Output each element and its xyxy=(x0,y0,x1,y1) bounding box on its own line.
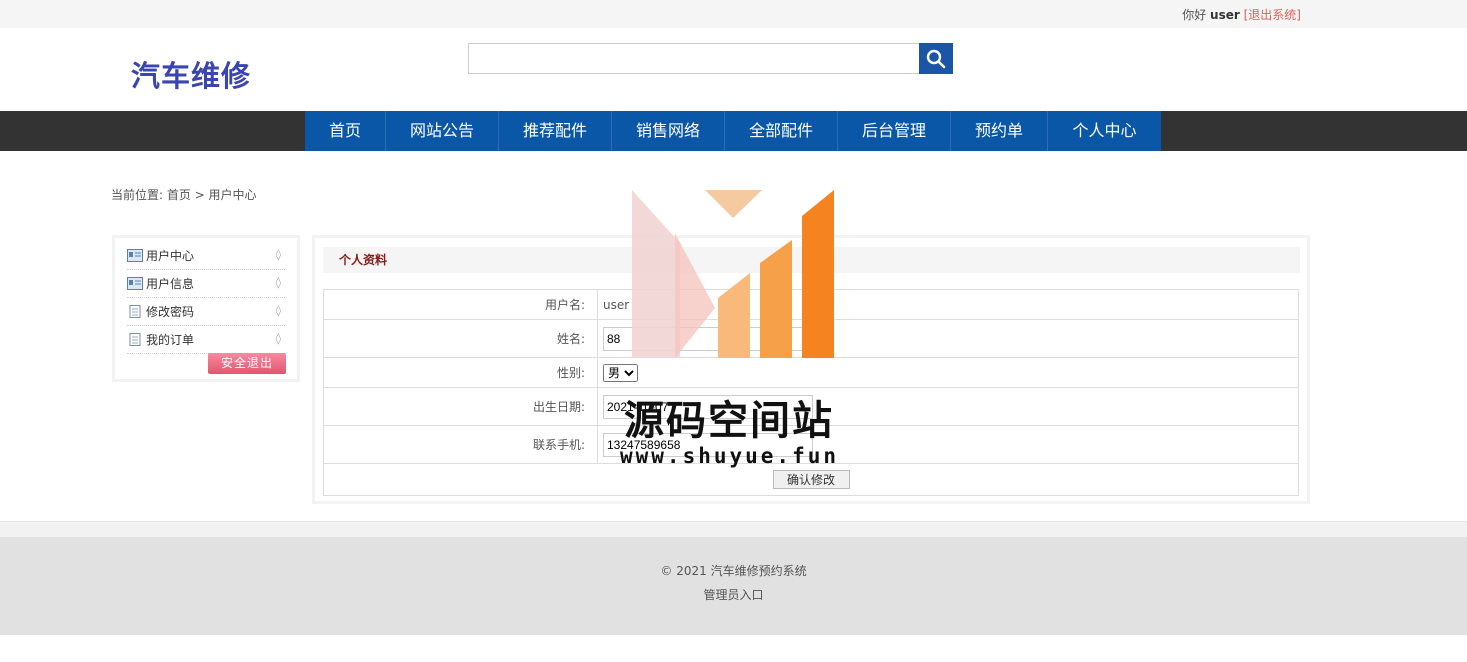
search-icon xyxy=(926,49,946,68)
sidebar-item-my-orders[interactable]: 我的订单 ◊ xyxy=(127,326,285,354)
sidebar-item-label: 用户中心 xyxy=(146,249,195,263)
site-logo[interactable]: 汽车维修 xyxy=(131,53,251,95)
chevron-right-icon: ◊ xyxy=(275,276,281,289)
phone-input[interactable] xyxy=(603,432,813,457)
chevron-right-icon: ◊ xyxy=(275,332,281,345)
admin-entry-link[interactable]: 管理员入口 xyxy=(0,586,1467,603)
confirm-modify-button[interactable]: 确认修改 xyxy=(772,470,850,489)
form-row-phone: 联系手机: xyxy=(323,425,1299,464)
document-icon xyxy=(129,305,141,318)
birthday-label: 出生日期: xyxy=(323,387,598,426)
profile-panel: 个人资料 用户名: user 姓名: 性别: 男 出生日期: 联系手机: 确认修… xyxy=(312,235,1310,504)
form-row-username: 用户名: user xyxy=(323,289,1299,320)
nav-item-recommended-parts[interactable]: 推荐配件 xyxy=(499,111,612,151)
birthday-input[interactable] xyxy=(603,394,813,419)
chevron-right-icon: ◊ xyxy=(275,248,281,261)
chevron-right-icon: ◊ xyxy=(275,304,281,317)
sidebar-item-label: 修改密码 xyxy=(146,305,195,319)
top-bar: 你好 user [退出系统] xyxy=(0,0,1467,28)
username-label: 用户名: xyxy=(323,289,598,320)
footer-divider xyxy=(0,521,1467,537)
sidebar-item-label: 用户信息 xyxy=(146,277,195,291)
panel-title: 个人资料 xyxy=(323,247,1300,273)
user-greeting: 你好 user [退出系统] xyxy=(1182,6,1301,23)
profile-form: 用户名: user 姓名: 性别: 男 出生日期: 联系手机: 确认修改 xyxy=(323,289,1299,496)
username-value: user xyxy=(597,289,1299,320)
gender-select[interactable]: 男 xyxy=(603,363,638,382)
phone-label: 联系手机: xyxy=(323,425,598,464)
form-row-name: 姓名: xyxy=(323,319,1299,358)
header: 汽车维修 xyxy=(0,28,1467,111)
nav-item-sales-network[interactable]: 销售网络 xyxy=(612,111,725,151)
username-text: user xyxy=(1210,8,1240,22)
nav-item-home[interactable]: 首页 xyxy=(305,111,386,151)
name-label: 姓名: xyxy=(323,319,598,358)
footer: © 2021 汽车维修预约系统 管理员入口 xyxy=(0,537,1467,635)
safe-exit-button[interactable]: 安全退出 xyxy=(208,353,286,374)
form-row-birthday: 出生日期: xyxy=(323,387,1299,426)
form-row-submit: 确认修改 xyxy=(323,463,1299,496)
sidebar-item-user-center[interactable]: 用户中心 ◊ xyxy=(127,242,285,270)
copyright-text: © 2021 汽车维修预约系统 xyxy=(660,564,807,578)
nav-list: 首页 网站公告 推荐配件 销售网络 全部配件 后台管理 预约单 个人中心 xyxy=(305,111,1161,151)
sidebar: 用户中心 ◊ 用户信息 ◊ 修改密码 ◊ 我的订单 ◊ 安全退出 xyxy=(112,235,300,382)
search-button[interactable] xyxy=(919,43,953,74)
id-card-icon xyxy=(127,249,143,262)
main-nav: 首页 网站公告 推荐配件 销售网络 全部配件 后台管理 预约单 个人中心 xyxy=(0,111,1467,151)
nav-item-admin[interactable]: 后台管理 xyxy=(838,111,951,151)
breadcrumb: 当前位置: 首页 > 用户中心 xyxy=(111,188,257,202)
id-card-icon xyxy=(127,277,143,290)
nav-item-personal-center[interactable]: 个人中心 xyxy=(1048,111,1161,151)
greeting-text: 你好 xyxy=(1182,8,1207,22)
sidebar-item-change-password[interactable]: 修改密码 ◊ xyxy=(127,298,285,326)
logout-link[interactable]: [退出系统] xyxy=(1244,8,1301,22)
nav-item-all-parts[interactable]: 全部配件 xyxy=(725,111,838,151)
nav-item-announcements[interactable]: 网站公告 xyxy=(386,111,499,151)
search-input[interactable] xyxy=(468,43,919,74)
nav-item-appointments[interactable]: 预约单 xyxy=(951,111,1048,151)
form-row-gender: 性别: 男 xyxy=(323,357,1299,388)
sidebar-item-label: 我的订单 xyxy=(146,333,195,347)
name-input[interactable] xyxy=(603,326,813,351)
gender-label: 性别: xyxy=(323,357,598,388)
search-bar xyxy=(468,43,953,74)
sidebar-item-user-info[interactable]: 用户信息 ◊ xyxy=(127,270,285,298)
document-icon xyxy=(129,333,141,346)
